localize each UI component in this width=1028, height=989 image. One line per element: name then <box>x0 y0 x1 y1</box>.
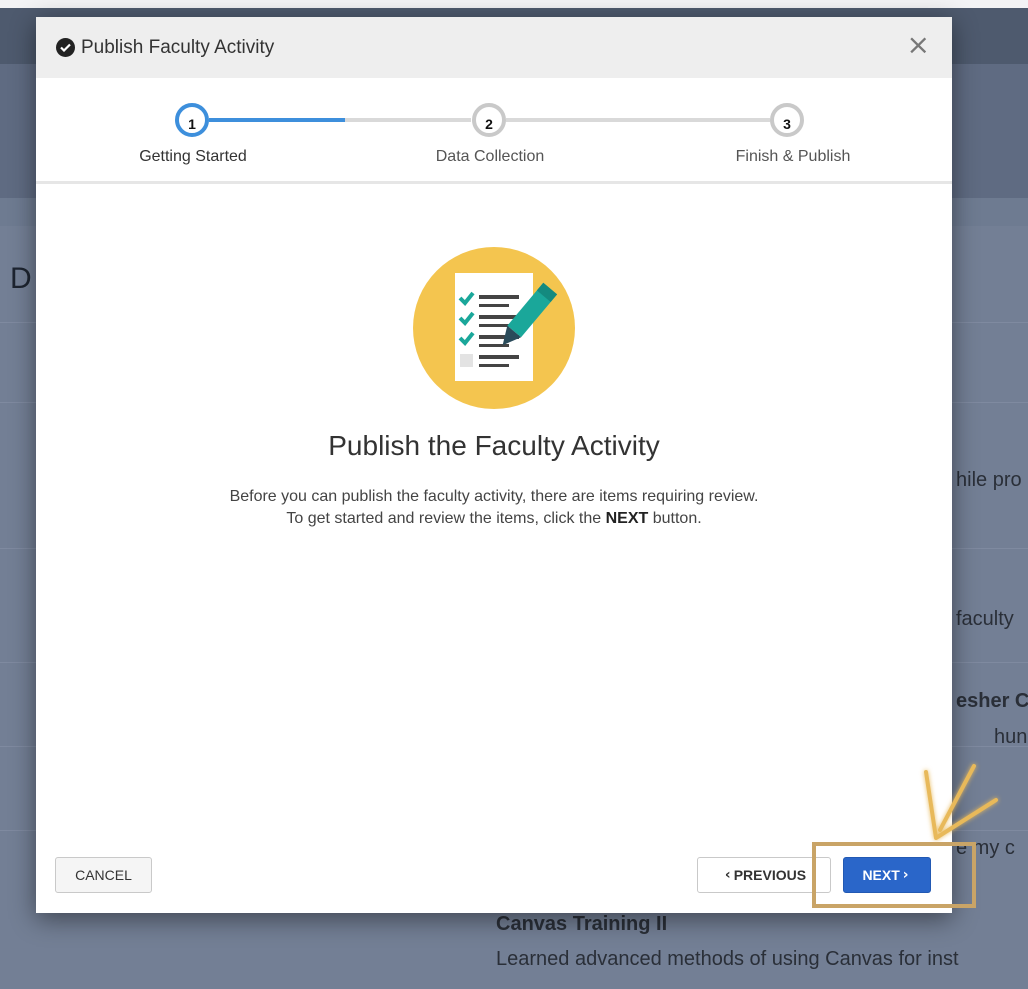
progress-stepper: 1 2 3 Getting Started Data Collection Fi… <box>36 78 952 184</box>
step-2-indicator: 2 <box>472 103 506 137</box>
bg-heading-fragment: D <box>10 262 32 295</box>
publish-modal: Publish Faculty Activity × 1 2 3 Getting… <box>36 17 952 913</box>
modal-title: Publish Faculty Activity <box>81 36 275 58</box>
step-1-label: Getting Started <box>139 148 247 165</box>
bg-item-title[interactable]: Canvas Training II <box>496 913 667 936</box>
description-line-1: Before you can publish the faculty activ… <box>229 488 759 505</box>
step-connector <box>345 118 471 122</box>
check-circle-icon <box>56 38 75 57</box>
bg-item-description: Learned advanced methods of using Canvas… <box>496 948 959 970</box>
step-3-label: Finish & Publish <box>735 148 851 165</box>
description-line-2: To get started and review the items, cli… <box>36 508 952 530</box>
bg-text-fragment: esher C <box>956 690 1028 712</box>
modal-description: Before you can publish the faculty activ… <box>36 486 952 530</box>
previous-button[interactable]: ‹ PREVIOUS <box>697 857 831 893</box>
bg-text-fragment: hile pro <box>956 469 1022 491</box>
annotation-arrow <box>924 764 998 840</box>
cancel-button[interactable]: CANCEL <box>55 857 152 893</box>
step-connector <box>506 118 770 122</box>
modal-heading: Publish the Faculty Activity <box>328 430 660 461</box>
description-text: button. <box>648 510 702 527</box>
chevron-left-icon: ‹ <box>724 867 731 883</box>
step-2-label: Data Collection <box>435 148 545 165</box>
modal-header: Publish Faculty Activity × <box>36 17 952 78</box>
description-emphasis: NEXT <box>605 510 649 527</box>
step-3-indicator: 3 <box>770 103 804 137</box>
bg-top-strip <box>0 0 1028 8</box>
step-1-indicator: 1 <box>175 103 209 137</box>
bg-text-fragment: faculty <box>956 608 1014 630</box>
checklist-pencil-icon <box>413 247 575 409</box>
description-text: To get started and review the items, cli… <box>286 510 606 527</box>
close-icon[interactable]: × <box>907 31 930 59</box>
bg-text-fragment: hun <box>994 726 1028 748</box>
step-connector-progress <box>209 118 345 122</box>
previous-button-label: PREVIOUS <box>733 867 807 883</box>
